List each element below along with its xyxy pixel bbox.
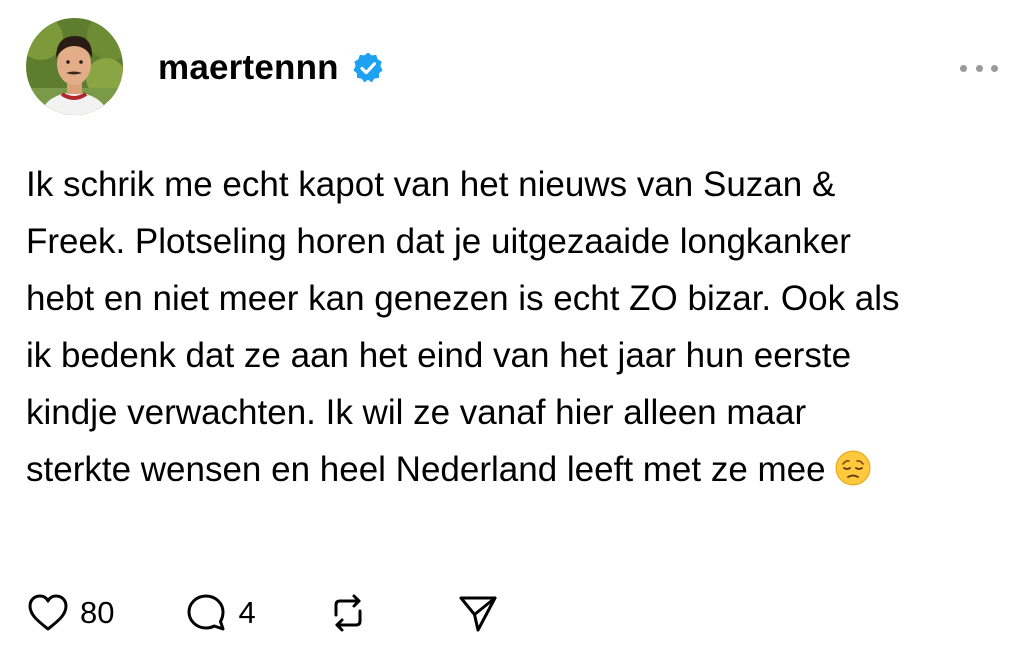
share-button[interactable] (456, 591, 500, 635)
reply-button[interactable]: 4 (184, 591, 256, 635)
repost-button[interactable] (326, 591, 370, 635)
pensive-face-emoji (834, 447, 872, 486)
author-username[interactable]: maertennn (158, 48, 339, 88)
profile-photo-icon (26, 18, 123, 115)
thread-post: maertennn Ik schrik me echt kapot van he… (0, 0, 1024, 660)
heart-icon (28, 594, 68, 631)
post-text-line: Freek. Plotseling horen dat je uitgezaai… (26, 222, 851, 261)
post-text-line: kindje verwachten. Ik wil ze vanaf hier … (26, 393, 807, 432)
post-text-line: hebt en niet meer kan genezen is echt ZO… (26, 279, 900, 318)
ellipsis-icon (960, 64, 967, 72)
post-text-last-line: sterkte wensen en heel Nederland leeft m… (26, 441, 1006, 498)
author-avatar[interactable] (26, 18, 123, 115)
comment-bubble-icon (187, 594, 225, 631)
ellipsis-icon (991, 64, 998, 72)
like-count: 80 (80, 595, 115, 630)
repost-icon (334, 594, 362, 632)
post-actions: 80 4 (26, 588, 500, 638)
verified-badge-icon (351, 51, 385, 85)
reply-count: 4 (238, 595, 256, 630)
ellipsis-icon (975, 64, 983, 72)
post-text-line: ik bedenk dat ze aan het eind van het ja… (26, 336, 852, 375)
send-icon (459, 596, 497, 632)
post-text-line: Ik schrik me echt kapot van het nieuws v… (26, 165, 836, 204)
more-options-button[interactable] (960, 58, 998, 78)
like-button[interactable]: 80 (26, 591, 114, 635)
post-text-line: sterkte wensen en heel Nederland leeft m… (26, 450, 826, 489)
author-header: maertennn (158, 44, 385, 92)
post-body: Ik schrik me echt kapot van het nieuws v… (26, 156, 1006, 498)
